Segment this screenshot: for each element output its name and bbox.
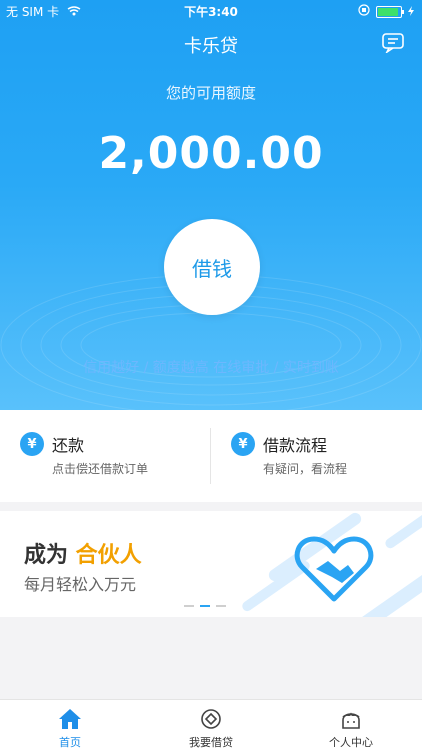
nav-bar: 卡乐贷 [0, 22, 422, 66]
repay-subtitle: 点击偿还借款订单 [52, 462, 149, 476]
process-card[interactable]: ¥ 借款流程 有疑问，看流程 [211, 410, 422, 502]
home-icon [58, 708, 82, 730]
page-title: 卡乐贷 [184, 36, 238, 57]
tab-profile-label: 个人中心 [329, 736, 373, 749]
charging-icon [408, 5, 414, 19]
repay-title: 还款 [52, 436, 85, 455]
status-bar: 无 SIM 卡 下午3:40 [0, 0, 422, 22]
banner-stripe [383, 511, 422, 551]
tab-home-label: 首页 [59, 736, 81, 749]
repay-icon-char: ¥ [27, 436, 37, 452]
process-subtitle: 有疑问，看流程 [263, 462, 348, 476]
profile-icon [339, 708, 363, 730]
slogan-text: 信用越好 / 额度越高 在线审批 / 实时到账 [83, 360, 339, 376]
tab-profile[interactable]: 个人中心 [281, 700, 421, 751]
carousel-dot[interactable] [184, 605, 194, 607]
tab-borrow-label: 我要借贷 [189, 736, 233, 749]
tab-borrow[interactable]: 我要借贷 [141, 700, 281, 751]
banner-headline: 成为 合伙人 [24, 537, 142, 569]
tab-home[interactable]: 首页 [0, 700, 140, 751]
banner-subline: 每月轻松入万元 [24, 575, 137, 594]
carousel-dot[interactable] [216, 605, 226, 607]
message-icon[interactable] [382, 33, 404, 55]
process-title: 借款流程 [263, 436, 328, 455]
yen-icon: ¥ [20, 432, 44, 456]
limit-amount: 2,000.00 [98, 128, 324, 179]
status-right [358, 4, 414, 19]
hero-section: 无 SIM 卡 下午3:40 卡乐贷 您的可用额度 2,000.00 借钱 信用… [0, 0, 422, 410]
borrow-button[interactable]: 借钱 [164, 219, 260, 315]
banner-headline-prefix: 成为 [24, 543, 76, 568]
process-icon-char: ¥ [238, 436, 248, 452]
partner-banner[interactable]: 成为 合伙人 每月轻松入万元 [0, 511, 422, 617]
orientation-lock-icon [358, 4, 370, 19]
battery-icon [376, 5, 404, 18]
banner-headline-accent: 合伙人 [75, 543, 142, 568]
quick-actions: ¥ 还款 点击偿还借款订单 ¥ 借款流程 有疑问，看流程 [0, 410, 422, 502]
carousel-dot-active[interactable] [200, 605, 210, 607]
tab-bar: 首页 我要借贷 个人中心 [0, 699, 422, 751]
carousel-indicator [184, 605, 226, 607]
repay-card[interactable]: ¥ 还款 点击偿还借款订单 [0, 410, 210, 502]
handshake-heart-icon [294, 533, 374, 603]
borrow-icon [199, 708, 223, 730]
yen-process-icon: ¥ [231, 432, 255, 456]
limit-label: 您的可用额度 [165, 84, 256, 102]
